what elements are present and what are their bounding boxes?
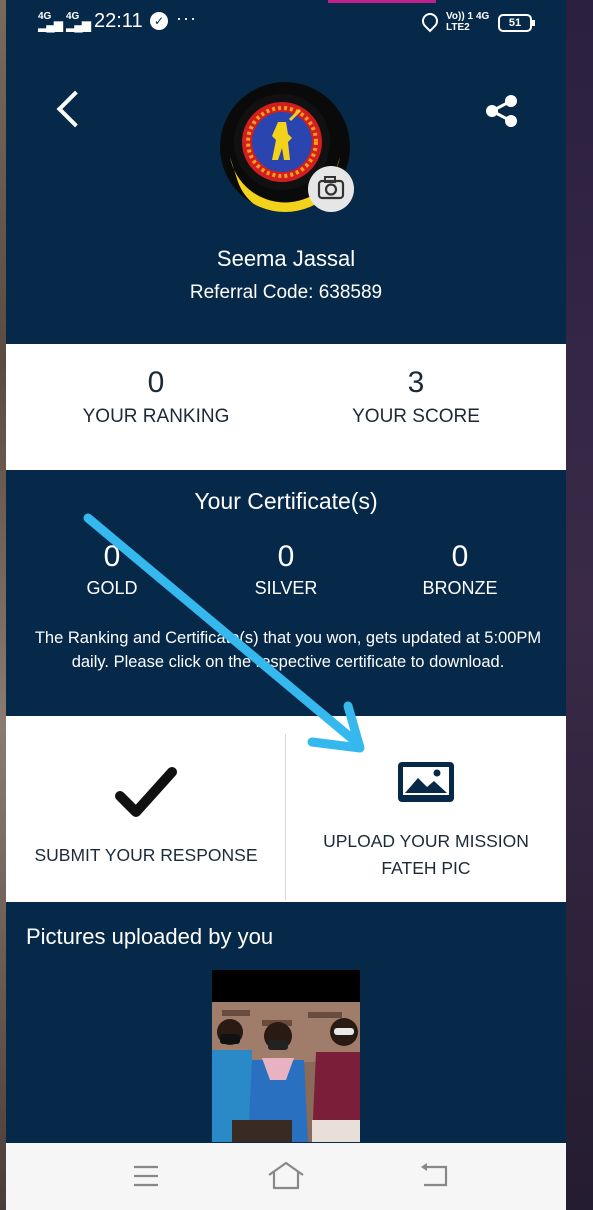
ranking-value: 0 bbox=[147, 366, 165, 399]
volte-line2: LTE2 bbox=[446, 22, 470, 33]
signal-bars-icon: ▂▄▆ bbox=[38, 18, 63, 32]
sim2-signal: 4G ▂▄▆ bbox=[66, 12, 91, 32]
check-circle-icon: ✓ bbox=[150, 12, 168, 30]
back-nav-icon[interactable] bbox=[418, 1161, 450, 1191]
uploaded-photo-image bbox=[212, 970, 360, 1142]
ranking-label: YOUR RANKING bbox=[82, 406, 230, 427]
menu-icon[interactable] bbox=[132, 1163, 160, 1189]
top-accent-line bbox=[328, 0, 436, 3]
checkmark-icon bbox=[115, 767, 177, 817]
ranking-stat: 0 YOUR RANKING bbox=[16, 344, 296, 428]
referral-code: Referral Code: 638589 bbox=[189, 282, 383, 303]
uploaded-photo[interactable] bbox=[212, 970, 360, 1142]
actions-card: SUBMIT YOUR RESPONSE UPLOAD YOUR MISSION… bbox=[6, 716, 566, 902]
gold-label: GOLD bbox=[86, 578, 138, 598]
submit-response-button[interactable]: SUBMIT YOUR RESPONSE bbox=[6, 716, 286, 902]
phone-screen: 4G ▂▄▆ 4G ▂▄▆ 22:11 ✓ ··· Vo)) 1 LTE2 4G… bbox=[6, 0, 566, 1210]
score-value: 3 bbox=[407, 366, 425, 399]
stats-card: 0 YOUR RANKING 3 YOUR SCORE bbox=[6, 344, 566, 470]
share-icon[interactable] bbox=[484, 94, 520, 128]
battery-icon: 51 bbox=[498, 14, 535, 32]
certificates-title: Your Certificate(s) bbox=[194, 488, 378, 514]
background-right bbox=[566, 0, 593, 1210]
signal-bars-icon: ▂▄▆ bbox=[66, 18, 91, 32]
score-label: YOUR SCORE bbox=[352, 406, 480, 427]
submit-response-label: SUBMIT YOUR RESPONSE bbox=[34, 845, 258, 865]
back-icon[interactable] bbox=[56, 90, 94, 128]
certificate-note: The Ranking and Certificate(s) that you … bbox=[34, 629, 542, 671]
upload-pic-button[interactable]: UPLOAD YOUR MISSION FATEH PIC bbox=[286, 716, 566, 902]
upload-pic-label-line2: FATEH PIC bbox=[381, 858, 471, 878]
gold-certificate[interactable]: 0 GOLD bbox=[19, 540, 205, 599]
sim1-signal: 4G ▂▄▆ bbox=[38, 12, 63, 32]
camera-icon bbox=[317, 176, 345, 200]
silver-count: 0 bbox=[277, 540, 295, 573]
silver-certificate[interactable]: 0 SILVER bbox=[193, 540, 379, 599]
location-icon bbox=[418, 9, 442, 33]
bronze-count: 0 bbox=[451, 540, 469, 573]
navigation-bar bbox=[6, 1143, 566, 1210]
bronze-label: BRONZE bbox=[422, 578, 498, 598]
network-type: 4G bbox=[476, 11, 490, 22]
silver-label: SILVER bbox=[254, 578, 318, 598]
image-icon bbox=[398, 762, 454, 802]
clock: 22:11 bbox=[94, 10, 143, 32]
bronze-certificate[interactable]: 0 BRONZE bbox=[367, 540, 553, 599]
volte-indicator: Vo)) 1 LTE2 bbox=[446, 11, 473, 33]
status-bar: 4G ▂▄▆ 4G ▂▄▆ 22:11 ✓ ··· Vo)) 1 LTE2 4G… bbox=[6, 0, 566, 46]
user-name: Seema Jassal bbox=[216, 246, 356, 271]
overflow-icon: ··· bbox=[176, 8, 197, 28]
volte-line1: Vo)) 1 bbox=[446, 11, 474, 22]
pictures-title: Pictures uploaded by you bbox=[26, 924, 274, 949]
score-stat: 3 YOUR SCORE bbox=[276, 344, 556, 428]
gold-count: 0 bbox=[103, 540, 121, 573]
home-icon[interactable] bbox=[266, 1159, 306, 1191]
upload-pic-label: UPLOAD YOUR MISSION FATEH PIC bbox=[286, 828, 566, 882]
change-photo-button[interactable] bbox=[308, 166, 354, 212]
upload-pic-label-line1: UPLOAD YOUR MISSION bbox=[323, 831, 529, 851]
